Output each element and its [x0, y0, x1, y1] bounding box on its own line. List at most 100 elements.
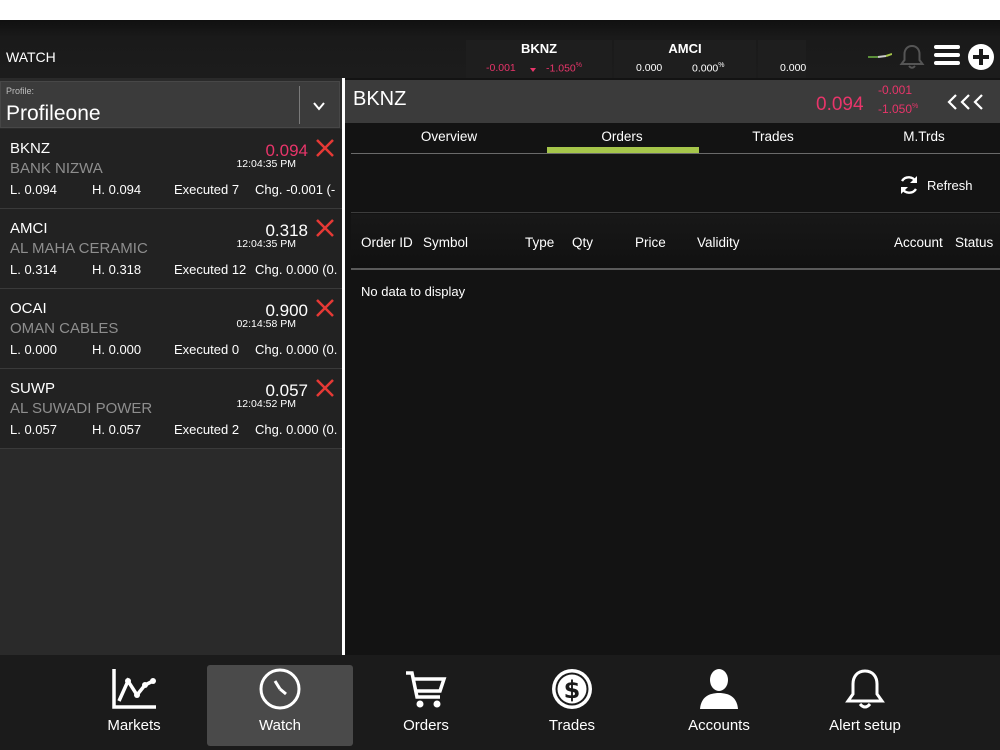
item-executed: Executed 2: [174, 422, 240, 437]
tab-trades[interactable]: Trades: [718, 129, 828, 144]
column-price[interactable]: Price: [635, 235, 666, 250]
detail-price: 0.094: [816, 94, 864, 115]
clock-icon: [259, 668, 301, 710]
item-time: 02:14:58 PM: [236, 318, 296, 330]
refresh-button[interactable]: Refresh: [927, 178, 973, 193]
item-executed: Executed 0: [174, 342, 240, 357]
item-low: L. 0.094: [10, 182, 57, 197]
profile-caption: Profile:: [6, 86, 35, 96]
item-time: 12:04:35 PM: [236, 158, 296, 170]
item-name: OMAN CABLES: [10, 320, 119, 337]
tab-overview[interactable]: Overview: [394, 129, 504, 144]
user-icon: [700, 669, 738, 709]
status-bar: [0, 0, 1000, 20]
item-symbol: SUWP: [10, 380, 55, 397]
nav-label: Orders: [403, 717, 449, 734]
column-type[interactable]: Type: [525, 235, 554, 250]
cart-icon: [406, 671, 447, 708]
close-icon[interactable]: [315, 138, 335, 158]
watchlist-panel: Profile: Profileone BKNZ BANK NIZWA 0.09…: [0, 78, 342, 655]
item-executed: Executed 12: [174, 262, 247, 277]
column-qty[interactable]: Qty: [572, 235, 593, 250]
profile-divider: [299, 86, 300, 124]
item-change: Chg. 0.000 (0.: [255, 262, 338, 277]
watchlist-item[interactable]: OCAI OMAN CABLES 0.900 02:14:58 PM L. 0.…: [0, 289, 342, 369]
nav-label: Trades: [548, 717, 596, 734]
down-arrow-icon: [530, 68, 536, 72]
close-icon[interactable]: [315, 298, 335, 318]
close-icon[interactable]: [315, 218, 335, 238]
item-time: 12:04:52 PM: [236, 398, 296, 410]
column-symbol[interactable]: Symbol: [423, 235, 468, 250]
svg-text:$: $: [564, 676, 581, 704]
nav-label: Alert setup: [829, 717, 901, 734]
add-icon[interactable]: [967, 43, 995, 71]
dollar-icon: $: [552, 669, 592, 709]
menu-icon[interactable]: [934, 45, 960, 69]
watchlist-item[interactable]: SUWP AL SUWADI POWER 0.057 12:04:52 PM L…: [0, 369, 342, 449]
item-high: H. 0.000: [92, 342, 142, 357]
item-name: AL SUWADI POWER: [10, 400, 153, 417]
item-name: BANK NIZWA: [10, 160, 103, 177]
item-name: AL MAHA CERAMIC: [10, 240, 148, 257]
item-low: L. 0.314: [10, 262, 57, 277]
collapse-left-icon[interactable]: [946, 91, 986, 113]
item-change: Chg. 0.000 (0.: [255, 342, 338, 357]
nav-accounts[interactable]: Accounts: [646, 665, 792, 746]
item-change: Chg. -0.001 (-: [255, 182, 336, 197]
watchlist: BKNZ BANK NIZWA 0.094 12:04:35 PM L. 0.0…: [0, 129, 342, 449]
item-symbol: AMCI: [10, 220, 48, 237]
watchlist-item[interactable]: AMCI AL MAHA CERAMIC 0.318 12:04:35 PM L…: [0, 209, 342, 289]
orders-table-header: Order ID Symbol Type Qty Price Validity …: [351, 214, 1000, 270]
line-chart-icon: [112, 669, 156, 709]
item-symbol: BKNZ: [10, 140, 51, 157]
ticker-symbol: BKNZ: [520, 41, 558, 56]
nav-trades[interactable]: $ Trades: [499, 665, 645, 746]
item-executed: Executed 7: [174, 182, 240, 197]
bell-icon: [845, 669, 885, 709]
item-low: L. 0.057: [10, 422, 57, 437]
column-status[interactable]: Status: [955, 235, 993, 250]
item-change: Chg. 0.000 (0.: [255, 422, 338, 437]
item-high: H. 0.094: [92, 182, 142, 197]
orders-toolbar: Refresh: [351, 155, 1000, 213]
detail-percent: -1.050%: [878, 102, 919, 116]
page-title: WATCH: [6, 49, 56, 65]
bottom-nav: Markets Watch Orders $ Trades Accounts A…: [0, 655, 1000, 750]
chevron-down-icon[interactable]: [311, 98, 327, 114]
column-account[interactable]: Account: [894, 235, 943, 250]
item-symbol: OCAI: [10, 300, 47, 317]
column-validity[interactable]: Validity: [697, 235, 740, 250]
nav-alert-setup[interactable]: Alert setup: [792, 665, 938, 746]
ticker-percent: 0.000%: [692, 62, 725, 75]
item-high: H. 0.057: [92, 422, 142, 437]
nav-label: Watch: [259, 717, 301, 734]
watchlist-item[interactable]: BKNZ BANK NIZWA 0.094 12:04:35 PM L. 0.0…: [0, 129, 342, 209]
profile-name: Profileone: [6, 102, 101, 125]
column-order-id[interactable]: Order ID: [361, 235, 413, 250]
close-icon[interactable]: [315, 378, 335, 398]
mini-chart-icon: [868, 53, 892, 58]
active-tab-indicator: [547, 147, 699, 153]
bell-icon[interactable]: [898, 43, 926, 71]
detail-symbol: BKNZ: [353, 88, 407, 110]
ticker-amci[interactable]: AMCI 0.000 0.000%: [614, 40, 756, 78]
nav-orders[interactable]: Orders: [353, 665, 499, 746]
nav-label: Markets: [107, 717, 161, 734]
empty-state-message: No data to display: [361, 284, 466, 299]
item-low: L. 0.000: [10, 342, 57, 357]
nav-markets[interactable]: Markets: [61, 665, 207, 746]
ticker-symbol: AMCI: [668, 41, 702, 56]
tab-orders[interactable]: Orders: [567, 129, 677, 144]
detail-tabs: Overview Orders Trades M.Trds: [351, 123, 1000, 154]
top-bar: WATCH BKNZ -0.001 -1.050% AMCI 0.000 0.0…: [0, 20, 1000, 78]
ticker-bknz[interactable]: BKNZ -0.001 -1.050%: [466, 40, 612, 78]
profile-selector[interactable]: Profile: Profileone: [0, 81, 340, 128]
ticker-change: 0.000: [780, 62, 807, 74]
item-time: 12:04:35 PM: [236, 238, 296, 250]
ticker-partial[interactable]: 0.000: [758, 40, 806, 78]
detail-change: -0.001: [878, 83, 913, 97]
tab-mtrds[interactable]: M.Trds: [869, 129, 979, 144]
refresh-icon[interactable]: [898, 174, 920, 196]
nav-watch[interactable]: Watch: [207, 665, 353, 746]
